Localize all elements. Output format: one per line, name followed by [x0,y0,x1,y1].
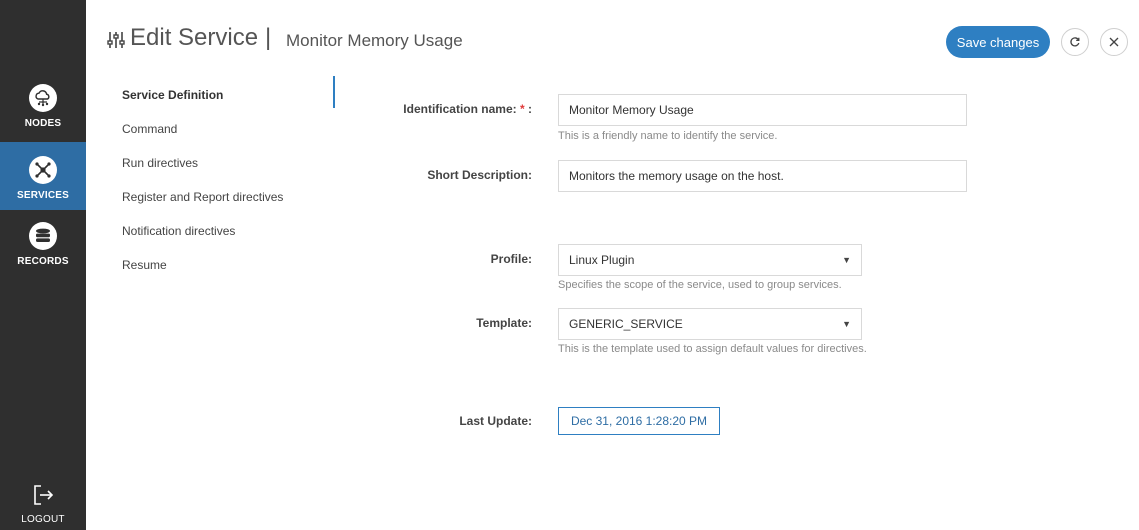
identification-name-input[interactable]: Monitor Memory Usage [558,94,967,126]
nav-label-logout: LOGOUT [21,514,65,525]
template-help: This is the template used to assign defa… [558,343,867,355]
section-scroll-indicator [333,76,335,108]
section-command[interactable]: Command [122,122,177,136]
nav-item-logout[interactable]: LOGOUT [0,482,86,530]
title-separator: | [265,24,272,51]
template-label: Template: [476,316,532,330]
identification-name-label: Identification name: * : [372,102,532,116]
nav-item-records[interactable]: RECORDS [0,222,86,280]
sliders-icon [106,30,126,50]
services-hub-icon [29,156,57,184]
refresh-icon [1070,37,1080,47]
last-update-label: Last Update: [459,414,532,428]
short-description-input[interactable]: Monitors the memory usage on the host. [558,160,967,192]
identification-name-help: This is a friendly name to identify the … [558,130,778,142]
close-icon [1109,37,1119,47]
save-changes-button[interactable]: Save changes [946,26,1050,58]
left-nav: NODES SERVICES RECORDS LOGOUT [0,0,86,530]
nav-item-nodes[interactable]: NODES [0,84,86,142]
section-register-report-directives[interactable]: Register and Report directives [122,190,283,204]
template-select-value: GENERIC_SERVICE [569,317,683,331]
caret-down-icon: ▼ [842,255,851,265]
section-service-definition[interactable]: Service Definition [122,88,223,102]
section-resume[interactable]: Resume [122,258,167,272]
page-title: Edit Service [130,24,259,51]
label-colon: : [524,102,532,116]
refresh-button[interactable] [1061,28,1089,56]
caret-down-icon: ▼ [842,319,851,329]
database-icon [29,222,57,250]
last-update-value: Dec 31, 2016 1:28:20 PM [558,407,720,435]
profile-select-value: Linux Plugin [569,253,635,267]
nav-label-nodes: NODES [24,118,62,129]
profile-select[interactable]: Linux Plugin ▼ [558,244,862,276]
page-subtitle: Monitor Memory Usage [286,31,463,50]
identification-name-label-text: Identification name: [403,102,517,116]
template-select[interactable]: GENERIC_SERVICE ▼ [558,308,862,340]
nav-label-services: SERVICES [17,190,69,201]
cloud-network-icon [29,84,57,112]
profile-label: Profile: [490,252,532,266]
nav-item-services[interactable]: SERVICES [0,142,86,210]
close-button[interactable] [1100,28,1128,56]
logout-icon [30,482,56,508]
section-run-directives[interactable]: Run directives [122,156,198,170]
section-notification-directives[interactable]: Notification directives [122,224,235,238]
short-description-label: Short Description: [427,168,532,182]
profile-help: Specifies the scope of the service, used… [558,279,842,291]
nav-label-records: RECORDS [17,256,69,267]
